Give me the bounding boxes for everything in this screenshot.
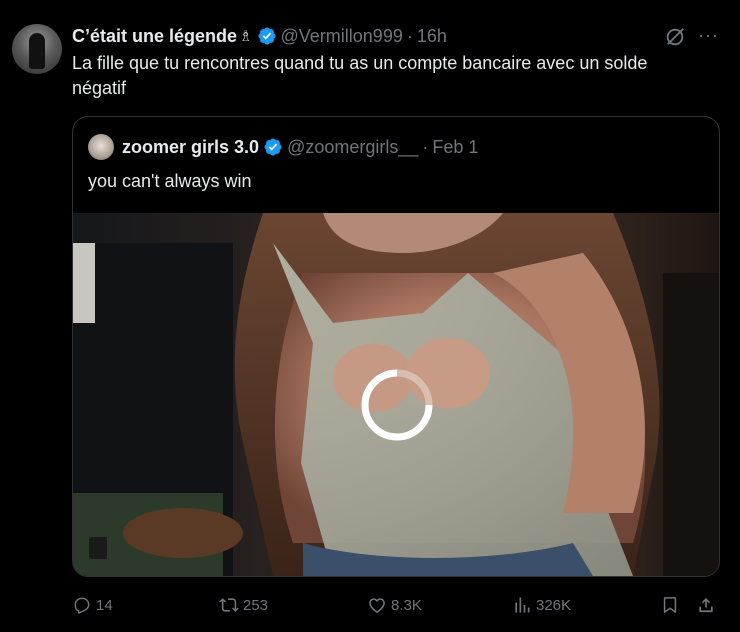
quoted-date[interactable]: Feb 1 [432,137,478,158]
quoted-avatar[interactable] [88,134,114,160]
like-button[interactable]: 8.3K [367,594,422,616]
repost-button[interactable]: 253 [219,594,268,616]
quoted-tweet[interactable]: zoomer girls 3.0 @zoomergirls__ · Feb 1 … [72,116,720,577]
author-handle[interactable]: @Vermillon999 [281,26,403,47]
bookmark-icon [663,597,677,613]
quoted-header: zoomer girls 3.0 @zoomergirls__ · Feb 1 [88,134,478,160]
author-avatar[interactable] [12,24,62,74]
like-count: 8.3K [391,596,422,614]
share-icon [699,598,713,613]
reply-count: 14 [96,596,113,614]
name-emoji: ♗ [239,28,253,45]
heart-icon [369,598,385,613]
separator-dot: · [422,136,429,157]
quoted-author-name[interactable]: zoomer girls 3.0 [122,137,259,158]
loading-spinner-icon [361,369,433,441]
more-options-icon[interactable]: ··· [698,24,718,46]
action-bar: 14 253 8.3K 326K [0,590,740,620]
bookmark-button[interactable] [660,594,680,616]
separator-dot: · [406,25,413,46]
tweet[interactable]: C’était une légende ♗ @Vermillon999 · 16… [0,0,740,632]
reply-icon [74,597,90,614]
views-button[interactable]: 326K [512,594,571,616]
quoted-video[interactable] [73,213,719,576]
quoted-text: you can't always win [88,171,252,191]
verified-badge-icon [257,27,276,45]
repost-icon [219,598,239,612]
reply-button[interactable]: 14 [72,594,113,616]
tweet-header: C’était une légende ♗ @Vermillon999 · 16… [72,25,447,47]
tweet-text: La fille que tu rencontres quand tu as u… [72,53,648,98]
quoted-handle[interactable]: @zoomergirls__ [287,137,418,158]
share-button[interactable] [696,594,716,616]
media-badge [89,537,107,559]
author-name[interactable]: C’était une légende [72,26,237,47]
tweet-time[interactable]: 16h [417,26,447,47]
analytics-icon [515,597,530,613]
views-count: 326K [536,596,572,614]
repost-count: 253 [243,596,269,614]
grok-icon[interactable] [664,26,686,48]
verified-badge-icon [264,138,282,156]
